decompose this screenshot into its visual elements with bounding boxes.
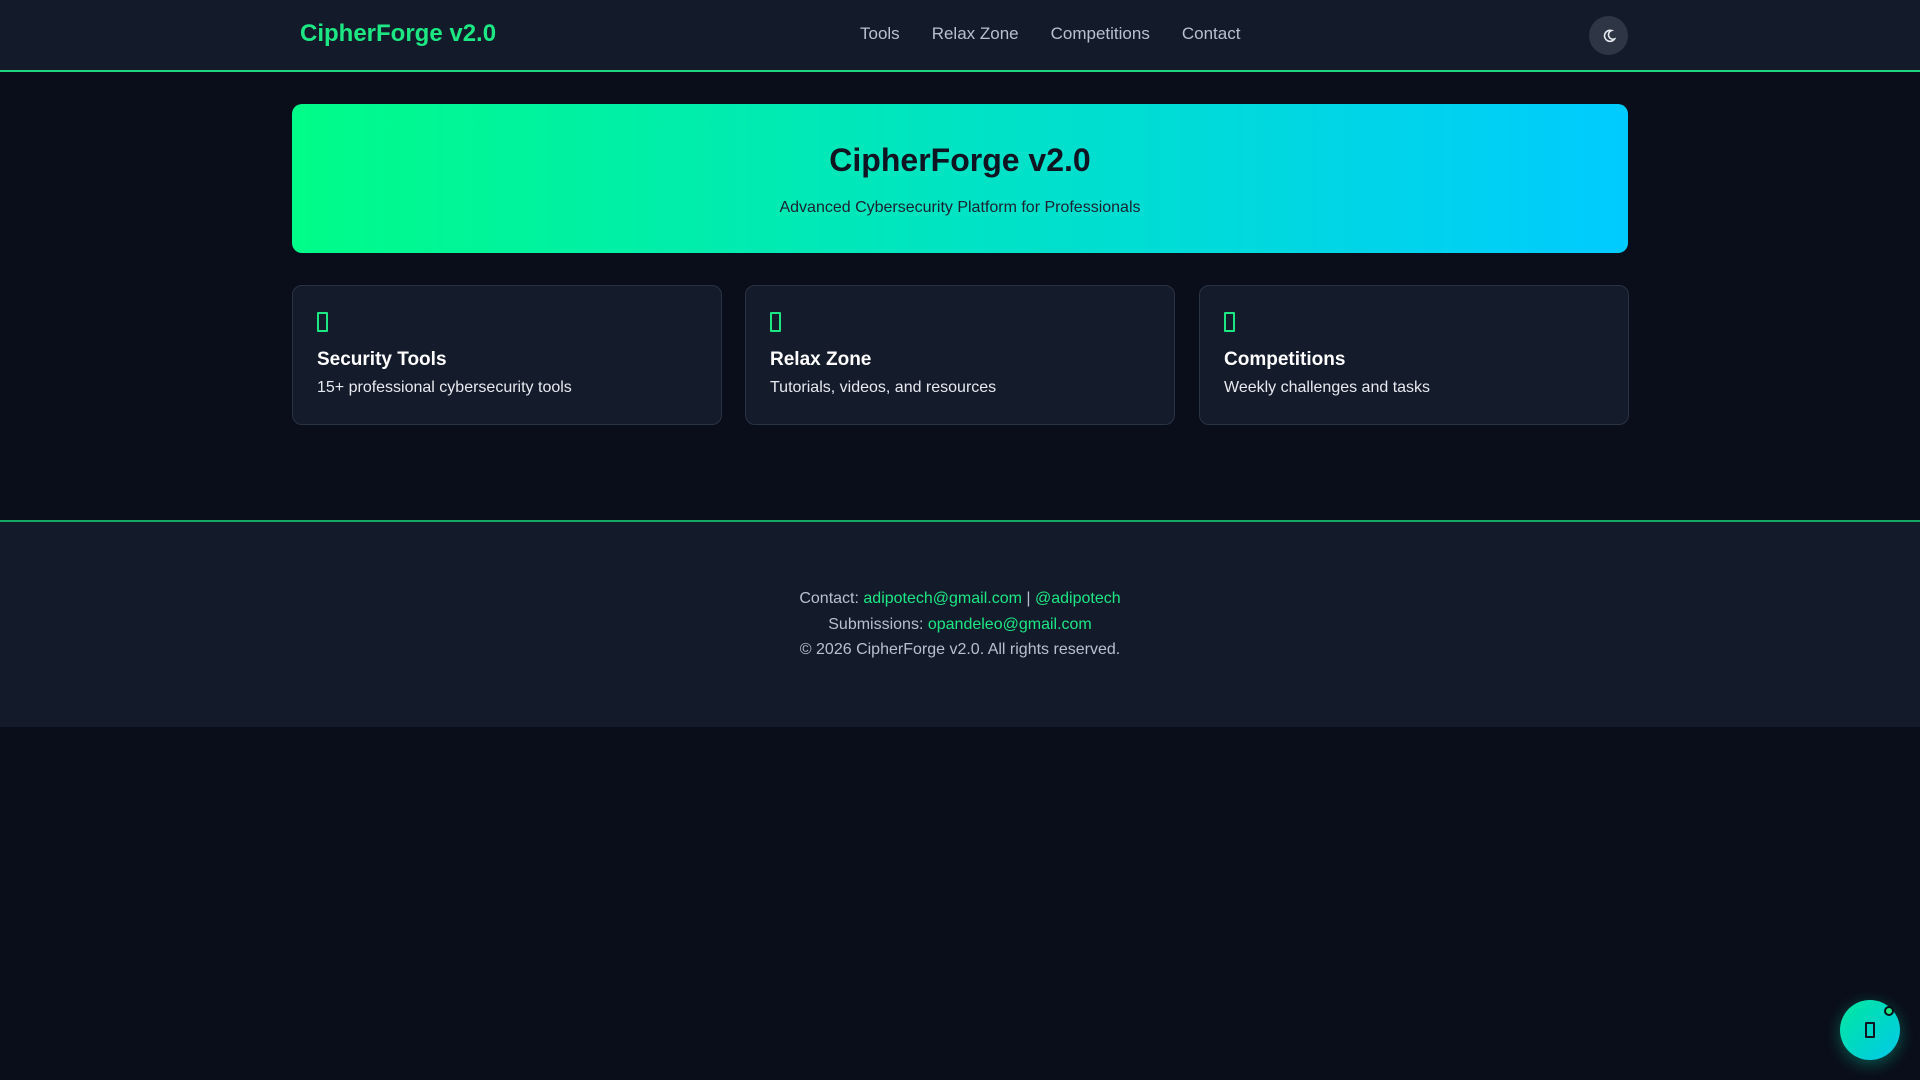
card-title: Relax Zone [770,349,872,370]
hero-banner: CipherForge v2.0 Advanced Cybersecurity … [292,104,1628,253]
card-title: Security Tools [317,349,447,370]
card-description: 15+ professional cybersecurity tools [317,379,572,396]
nav-links: Tools Relax Zone Competitions Contact [860,24,1240,44]
card-title: Competitions [1224,349,1346,370]
submissions-label: Submissions: [828,616,924,633]
notification-dot [1884,1006,1894,1016]
trophy-icon [1224,312,1235,332]
submissions-email-link[interactable]: opandeleo@gmail.com [928,616,1092,633]
card-competitions[interactable]: Competitions Weekly challenges and tasks [1199,285,1629,425]
contact-handle-link[interactable]: @adipotech [1035,590,1121,607]
footer: Contact: adipotech@gmail.com | @adipotec… [0,520,1920,727]
contact-label: Contact: [799,590,859,607]
card-security-tools[interactable]: Security Tools 15+ professional cybersec… [292,285,722,425]
card-description: Weekly challenges and tasks [1224,379,1431,396]
nav-link-tools[interactable]: Tools [860,24,900,44]
card-relax-zone[interactable]: Relax Zone Tutorials, videos, and resour… [745,285,1175,425]
card-description: Tutorials, videos, and resources [770,379,997,396]
footer-separator: | [1026,590,1031,607]
book-icon [770,312,781,332]
navbar: CipherForge v2.0 Tools Relax Zone Compet… [0,0,1920,72]
contact-email-link[interactable]: adipotech@gmail.com [863,590,1022,607]
nav-link-contact[interactable]: Contact [1182,24,1241,44]
footer-copyright: © 2026 CipherForge v2.0. All rights rese… [799,641,1121,658]
hero-title: CipherForge v2.0 [829,142,1091,178]
theme-toggle-button[interactable] [1589,16,1628,55]
shield-icon [317,312,328,332]
footer-submissions-line: Submissions: opandeleo@gmail.com [0,616,1920,634]
brand-logo[interactable]: CipherForge v2.0 [300,20,496,48]
chat-icon [1865,1022,1875,1038]
hero-subtitle: Advanced Cybersecurity Platform for Prof… [779,199,1141,216]
nav-link-competitions[interactable]: Competitions [1051,24,1150,44]
moon-icon [1603,29,1616,42]
footer-contact-line: Contact: adipotech@gmail.com | @adipotec… [0,590,1920,608]
nav-link-relax-zone[interactable]: Relax Zone [932,24,1019,44]
